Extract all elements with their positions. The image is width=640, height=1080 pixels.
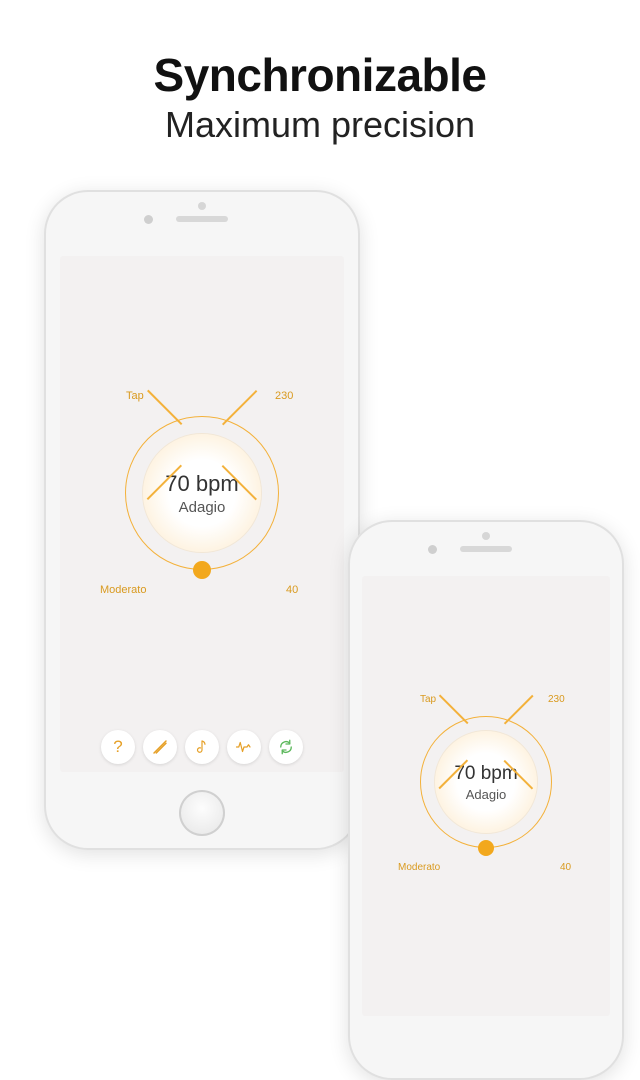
bpm-value: 70 bpm	[165, 471, 238, 497]
label-tap[interactable]: Tap	[420, 694, 436, 705]
label-style: Moderato	[398, 862, 440, 873]
home-button[interactable]	[179, 790, 225, 836]
app-screen: 70 bpm Adagio Tap 230 Moderato 40 ?	[60, 256, 344, 772]
tempo-dial[interactable]: 70 bpm Adagio	[125, 416, 279, 570]
phone-camera	[144, 215, 153, 224]
sticks-button[interactable]	[143, 730, 177, 764]
label-style: Moderato	[100, 584, 146, 596]
tempo-name: Adagio	[466, 787, 506, 802]
help-icon: ?	[113, 737, 122, 757]
wave-icon	[235, 738, 253, 756]
phone-sensor	[198, 202, 206, 210]
label-min: 40	[286, 584, 298, 596]
phone-speaker	[460, 546, 512, 552]
help-button[interactable]: ?	[101, 730, 135, 764]
wave-button[interactable]	[227, 730, 261, 764]
label-tap[interactable]: Tap	[126, 390, 144, 402]
headline-title: Synchronizable	[0, 48, 640, 102]
dial-handle[interactable]	[193, 561, 211, 579]
sticks-icon	[151, 738, 169, 756]
tempo-name: Adagio	[179, 499, 226, 516]
sync-button[interactable]	[269, 730, 303, 764]
phone-sensor	[482, 532, 490, 540]
phone-mockup-small: 70 bpm Adagio Tap 230 Moderato 40	[348, 520, 624, 1080]
phone-camera	[428, 545, 437, 554]
app-screen: 70 bpm Adagio Tap 230 Moderato 40	[362, 576, 610, 1016]
phone-speaker	[176, 216, 228, 222]
sync-icon	[277, 738, 295, 756]
note-icon	[193, 738, 211, 756]
label-max: 230	[548, 694, 565, 705]
note-button[interactable]	[185, 730, 219, 764]
tempo-dial[interactable]: 70 bpm Adagio	[420, 716, 552, 848]
dial-handle[interactable]	[478, 840, 494, 856]
label-max: 230	[275, 390, 293, 402]
headline-subtitle: Maximum precision	[0, 104, 640, 146]
toolbar: ?	[60, 730, 344, 764]
phone-mockup-large: 70 bpm Adagio Tap 230 Moderato 40 ?	[44, 190, 360, 850]
label-min: 40	[560, 862, 571, 873]
